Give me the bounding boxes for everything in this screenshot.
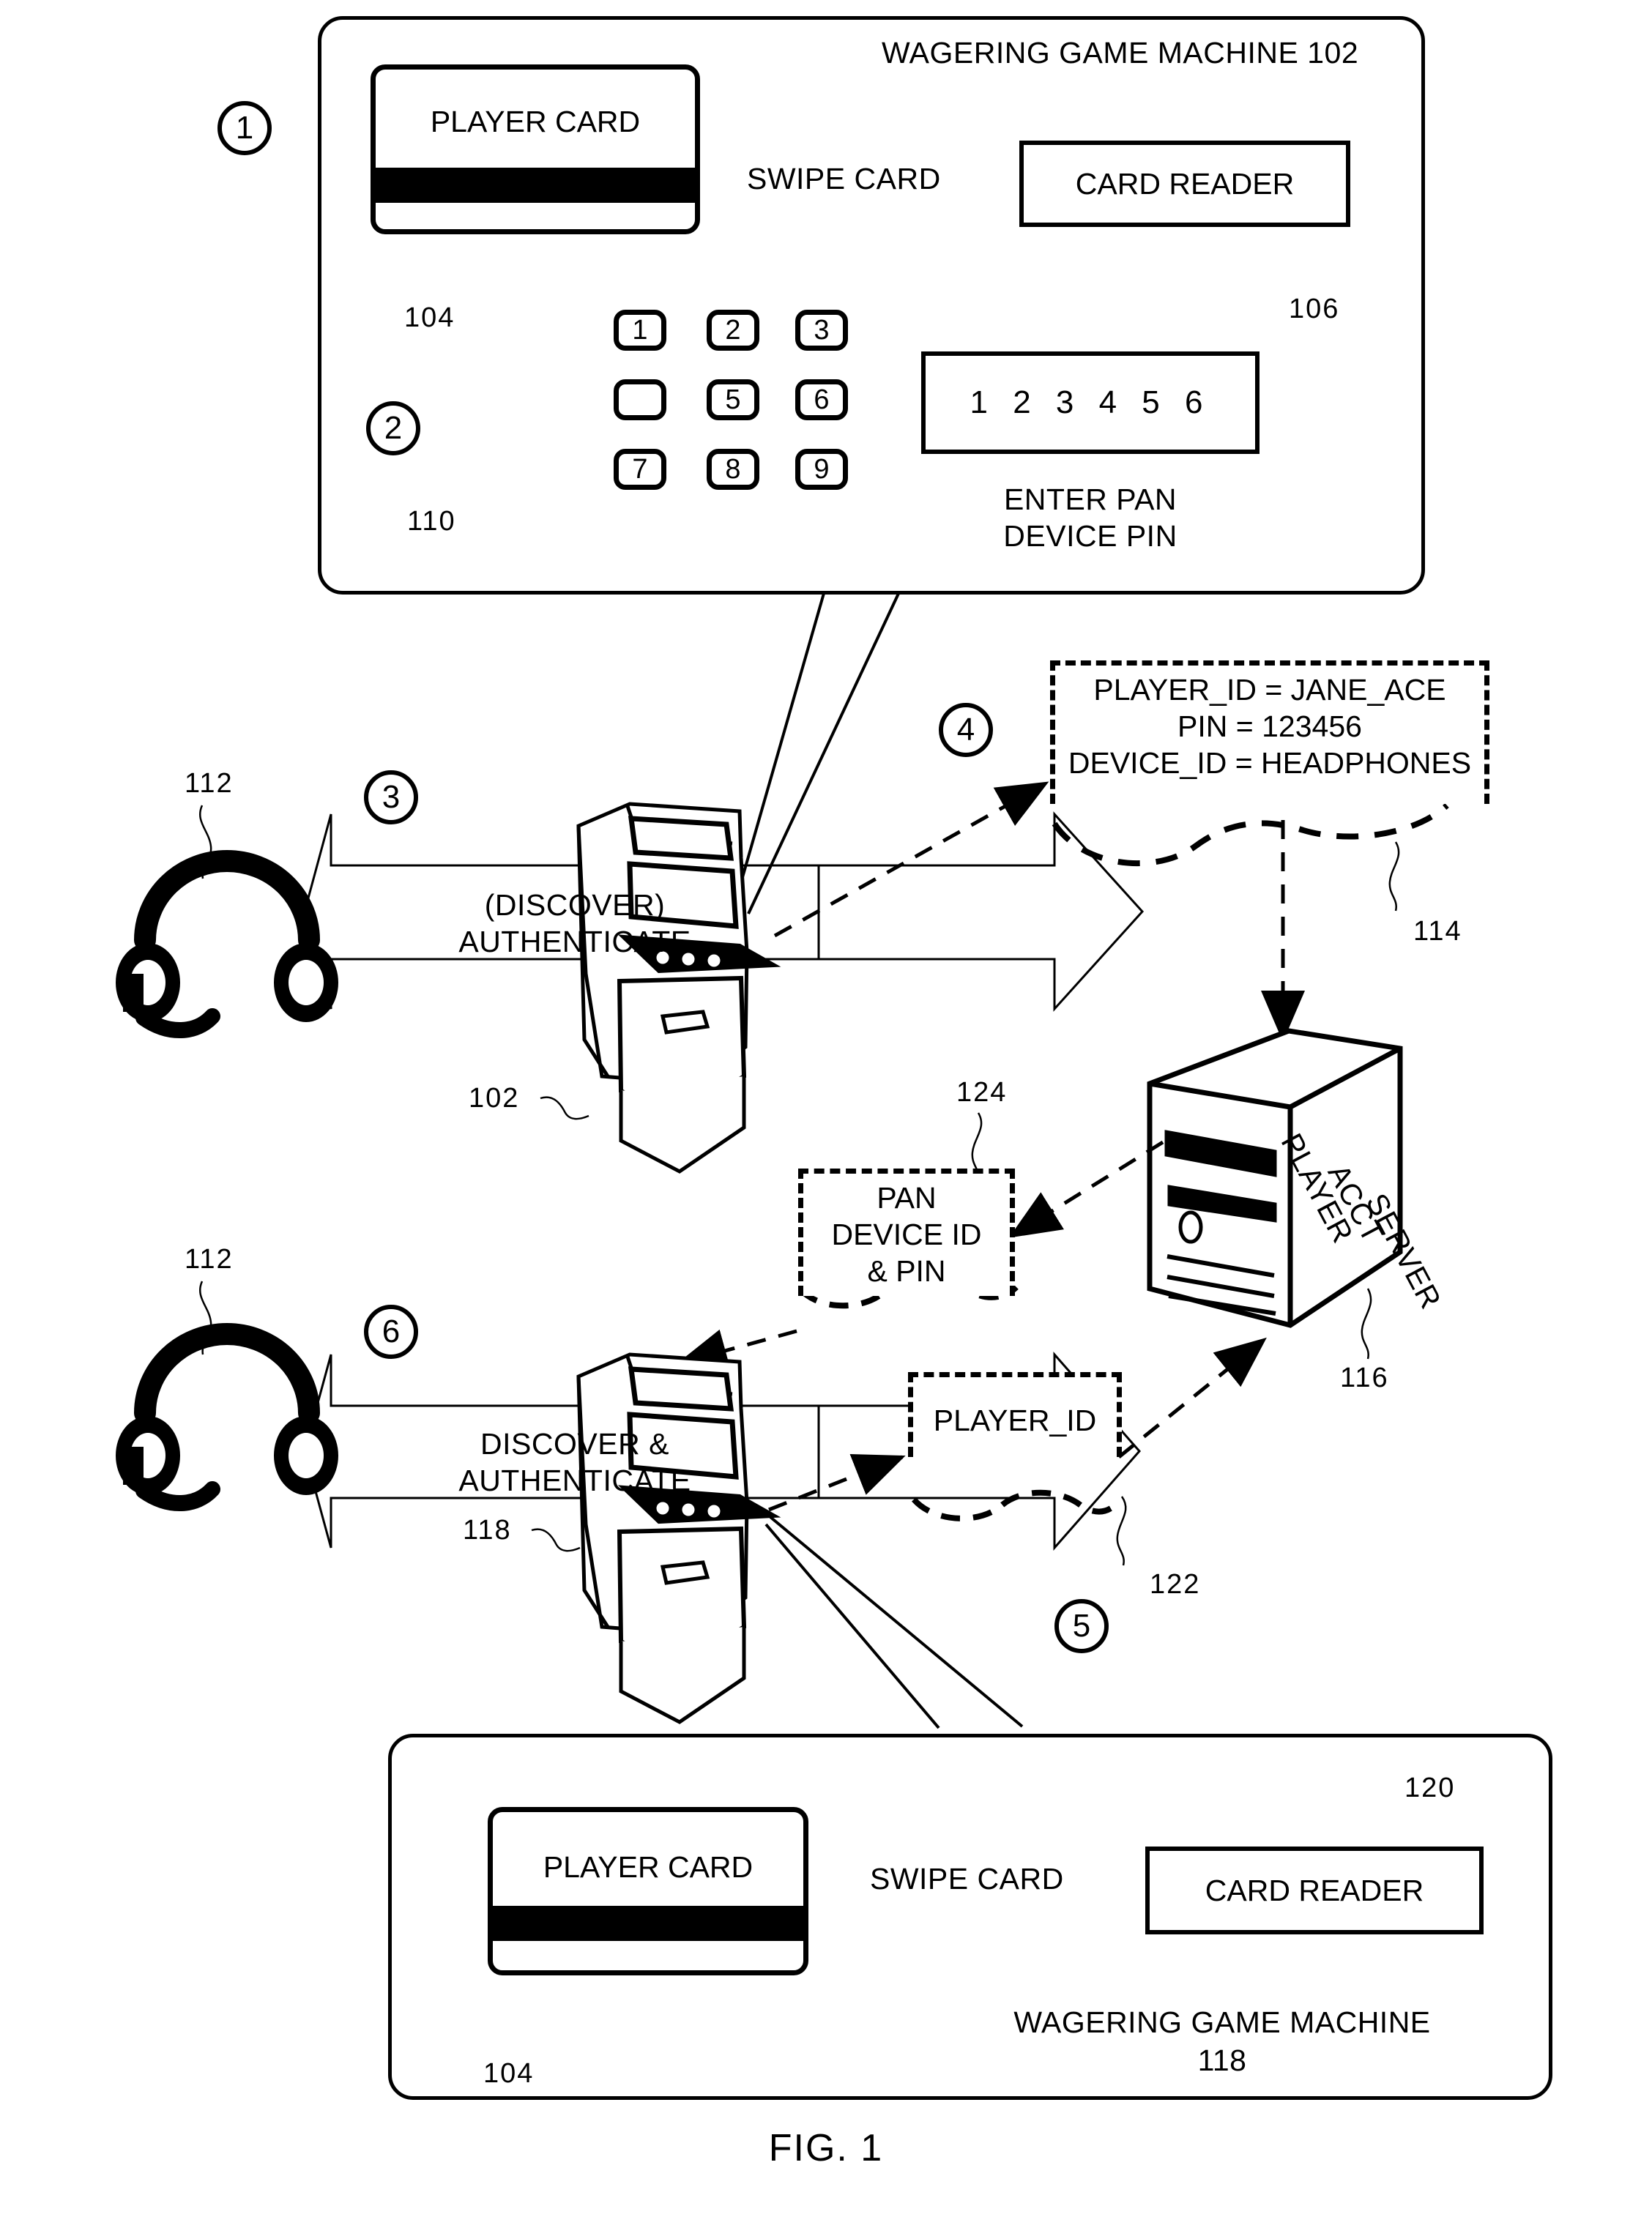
step-1-marker: 1 — [217, 101, 272, 155]
pan-device-message-box: PAN DEVICE ID & PIN — [798, 1169, 1015, 1296]
discover-authenticate-line1-bottom: DISCOVER & — [480, 1427, 669, 1461]
wagering-game-machine-cabinet-118 — [576, 1352, 781, 1724]
discover-authenticate-line1-top: (DISCOVER) — [484, 888, 666, 922]
ref-104-top: 104 — [404, 302, 455, 333]
wagering-game-machine-cabinet-102 — [576, 802, 781, 1174]
keypad-key-1[interactable]: 1 — [614, 310, 666, 351]
step-6-marker: 6 — [364, 1305, 418, 1359]
magnetic-stripe-top — [376, 168, 695, 203]
player-id-line: PLAYER_ID — [933, 1404, 1097, 1437]
ref-102-cabinet: 102 — [469, 1083, 520, 1114]
pan-device-line-1: PAN — [877, 1181, 937, 1215]
card-reader-top: CARD READER — [1019, 141, 1350, 227]
player-card-bottom-label: PLAYER CARD — [543, 1850, 754, 1884]
ref-110: 110 — [407, 506, 456, 537]
pin-display-caption-line1: ENTER PAN — [1003, 482, 1177, 516]
top-machine-title: WAGERING GAME MACHINE 102 — [882, 36, 1359, 70]
ref-116: 116 — [1340, 1363, 1389, 1393]
discover-authenticate-line2-top: AUTHENTICATE — [458, 925, 691, 958]
figure-caption: FIG. 1 — [768, 2127, 884, 2169]
ref-104-bottom: 104 — [483, 2058, 535, 2089]
discover-authenticate-line2-bottom: AUTHENTICATE — [458, 1464, 691, 1497]
keypad-key-9[interactable]: 9 — [795, 449, 848, 490]
player-card-top: PLAYER CARD — [371, 64, 700, 234]
headphones-shape-bottom — [116, 1323, 338, 1511]
keypad-key-6[interactable]: 6 — [795, 379, 848, 420]
ref-124: 124 — [956, 1077, 1008, 1108]
bottom-machine-title-line2: 118 — [1197, 2043, 1247, 2077]
pan-device-line-3: & PIN — [867, 1254, 946, 1289]
swipe-card-label-bottom: SWIPE CARD — [870, 1862, 1064, 1896]
step-4-marker: 4 — [939, 703, 993, 757]
ref-114: 114 — [1413, 916, 1462, 947]
ref-118-cabinet: 118 — [463, 1515, 512, 1546]
keypad-key-8[interactable]: 8 — [707, 449, 759, 490]
magnetic-stripe-bottom — [493, 1906, 803, 1941]
player-card-top-label: PLAYER CARD — [430, 105, 641, 138]
player-id-message-box: PLAYER_ID — [908, 1372, 1122, 1457]
pan-device-line-2: DEVICE ID — [831, 1218, 982, 1252]
ref-112-top: 112 — [185, 768, 234, 799]
step-3-marker: 3 — [364, 770, 418, 824]
credentials-line-1: PLAYER_ID = JANE_ACE — [1093, 673, 1446, 707]
keypad-key-4[interactable] — [614, 379, 666, 420]
player-card-bottom: PLAYER CARD — [488, 1807, 808, 1975]
pin-display-caption-line2: DEVICE PIN — [1003, 519, 1177, 553]
credentials-line-2: PIN = 123456 — [1177, 709, 1362, 744]
step-5-marker: 5 — [1054, 1599, 1109, 1653]
ref-120: 120 — [1404, 1773, 1456, 1803]
ref-112-bottom: 112 — [185, 1244, 234, 1275]
ref-122: 122 — [1150, 1569, 1201, 1600]
server-label-line3: SERVER — [1359, 1188, 1448, 1314]
keypad-key-3[interactable]: 3 — [795, 310, 848, 351]
swipe-card-label-top: SWIPE CARD — [747, 162, 941, 195]
headphones-shape-top — [116, 850, 338, 1038]
keypad-key-2[interactable]: 2 — [707, 310, 759, 351]
keypad-key-7[interactable]: 7 — [614, 449, 666, 490]
credentials-line-3: DEVICE_ID = HEADPHONES — [1068, 746, 1472, 780]
patent-figure-page: WAGERING GAME MACHINE 102 1 PLAYER CARD … — [0, 0, 1652, 2217]
keypad-key-5[interactable]: 5 — [707, 379, 759, 420]
credentials-message-box: PLAYER_ID = JANE_ACE PIN = 123456 DEVICE… — [1050, 660, 1489, 804]
card-reader-bottom: CARD READER — [1145, 1847, 1484, 1934]
ref-106: 106 — [1289, 294, 1340, 324]
bottom-machine-title-line1: WAGERING GAME MACHINE — [1013, 2005, 1431, 2039]
step-2-marker: 2 — [366, 401, 420, 455]
pin-display: 1 2 3 4 5 6 — [921, 351, 1260, 454]
